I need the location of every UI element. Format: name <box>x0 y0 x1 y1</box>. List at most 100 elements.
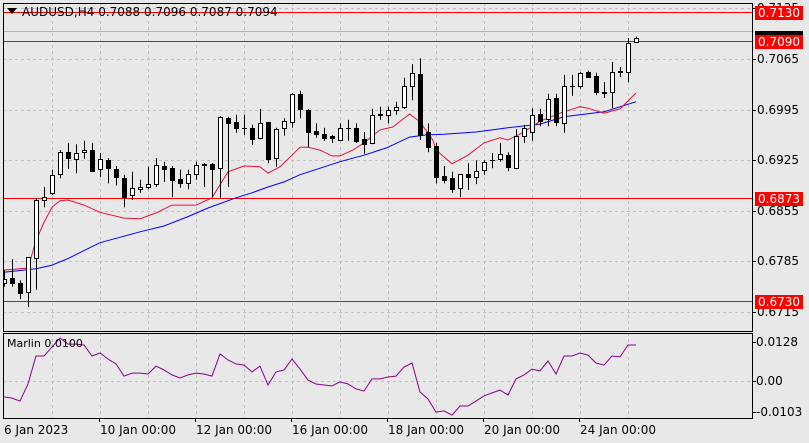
candle-body-bull <box>610 72 615 93</box>
candle <box>202 163 207 187</box>
candle-body-bear <box>602 92 607 94</box>
price-chart[interactable] <box>0 0 809 443</box>
candle-body-bull <box>394 107 399 111</box>
candle <box>282 118 287 136</box>
candle-body-bear <box>330 136 335 139</box>
level-price-label: 0.6873 <box>755 192 803 206</box>
price-axis-label: 0.6995 <box>757 103 799 117</box>
candle <box>90 142 95 172</box>
candle-body-bull <box>26 257 31 293</box>
candle-body-bear <box>250 128 255 140</box>
candle <box>418 58 423 140</box>
candle-body-bull <box>578 73 583 87</box>
candle-body-bull <box>282 121 287 129</box>
candle-body-bull <box>618 71 623 73</box>
time-axis-label: 16 Jan 00:00 <box>292 423 368 437</box>
candle <box>330 134 335 143</box>
main-chart-frame <box>3 3 753 332</box>
chart-menu-triangle-icon[interactable] <box>7 8 17 14</box>
candle-body-bull <box>474 171 479 178</box>
marlin-line <box>3 337 636 416</box>
candle <box>162 161 167 182</box>
candle-body-bull <box>530 115 535 133</box>
candle <box>26 257 31 307</box>
candle-body-bull <box>130 188 135 196</box>
candle <box>50 169 55 195</box>
candle-body-bull <box>146 184 151 188</box>
candle-body-bear <box>450 178 455 190</box>
candle <box>618 67 623 78</box>
level-price-label: 0.6730 <box>755 295 803 309</box>
candle-body-bull <box>522 128 527 137</box>
ohlc-high: 0.7096 <box>144 5 187 19</box>
time-axis-label: 12 Jan 00:00 <box>196 423 272 437</box>
candle-body-bull <box>34 200 39 259</box>
candle-body-bear <box>106 160 111 169</box>
candle-body-bear <box>162 166 167 170</box>
ohlc-close: 0.7094 <box>235 5 278 19</box>
candle-body-bull <box>402 86 407 108</box>
candle <box>234 114 239 133</box>
candle-body-bull <box>482 162 487 171</box>
candle <box>602 82 607 98</box>
candle <box>394 101 399 115</box>
candle <box>194 161 199 180</box>
candle <box>594 72 599 96</box>
candle <box>506 152 511 172</box>
candle <box>258 108 263 140</box>
candle <box>130 171 135 200</box>
candle <box>122 174 127 208</box>
candle-body-bull <box>258 123 263 139</box>
candle <box>562 74 567 133</box>
candle <box>338 123 343 141</box>
candle-body-bear <box>234 122 239 129</box>
candle-body-bear <box>434 146 439 178</box>
candle-body-bear <box>90 150 95 172</box>
candle-body-bear <box>426 132 431 148</box>
candle-body-bear <box>442 176 447 181</box>
price-axis-label: 0.6785 <box>757 254 799 268</box>
candle-body-bull <box>186 174 191 184</box>
level-price-label: 0.7130 <box>755 6 803 20</box>
candle <box>434 142 439 184</box>
indicator-axis-label: 0.00 <box>756 374 783 388</box>
candle <box>98 153 103 177</box>
candle <box>242 114 247 135</box>
candle <box>306 108 311 148</box>
candle <box>490 153 495 169</box>
candle <box>74 144 79 174</box>
candle <box>634 36 639 44</box>
time-axis-label: 24 Jan 00:00 <box>580 423 656 437</box>
candle <box>474 160 479 185</box>
candle <box>522 124 527 143</box>
candle-body-bear <box>226 118 231 124</box>
candle <box>442 166 447 184</box>
candle <box>82 140 87 159</box>
candle-body-bull <box>410 73 415 87</box>
ohlc-open: 0.7088 <box>98 5 141 19</box>
candle-body-bear <box>378 114 383 116</box>
candle <box>362 132 367 154</box>
candle <box>186 169 191 190</box>
candle-body-bear <box>506 155 511 168</box>
candle-body-bear <box>178 179 183 184</box>
candle-body-bull <box>458 174 463 189</box>
candle-body-bear <box>298 94 303 110</box>
candle-body-bull <box>338 128 343 141</box>
candle-body-bull <box>514 136 519 169</box>
candle-body-bull <box>498 154 503 160</box>
candle-body-bear <box>418 74 423 136</box>
candle-body-bear <box>586 72 591 78</box>
candle-body-bull <box>626 43 631 73</box>
candle <box>266 121 271 164</box>
candle-body-bear <box>362 139 367 145</box>
candle-body-bear <box>170 168 175 181</box>
candle-body-bear <box>266 122 271 160</box>
ohlc-low: 0.7087 <box>189 5 232 19</box>
candle-body-bear <box>122 178 127 198</box>
candle-body-bear <box>66 152 71 159</box>
candle-body-bull <box>546 99 551 120</box>
candle <box>58 150 63 179</box>
candle-body-bull <box>138 187 143 190</box>
candle <box>250 124 255 145</box>
